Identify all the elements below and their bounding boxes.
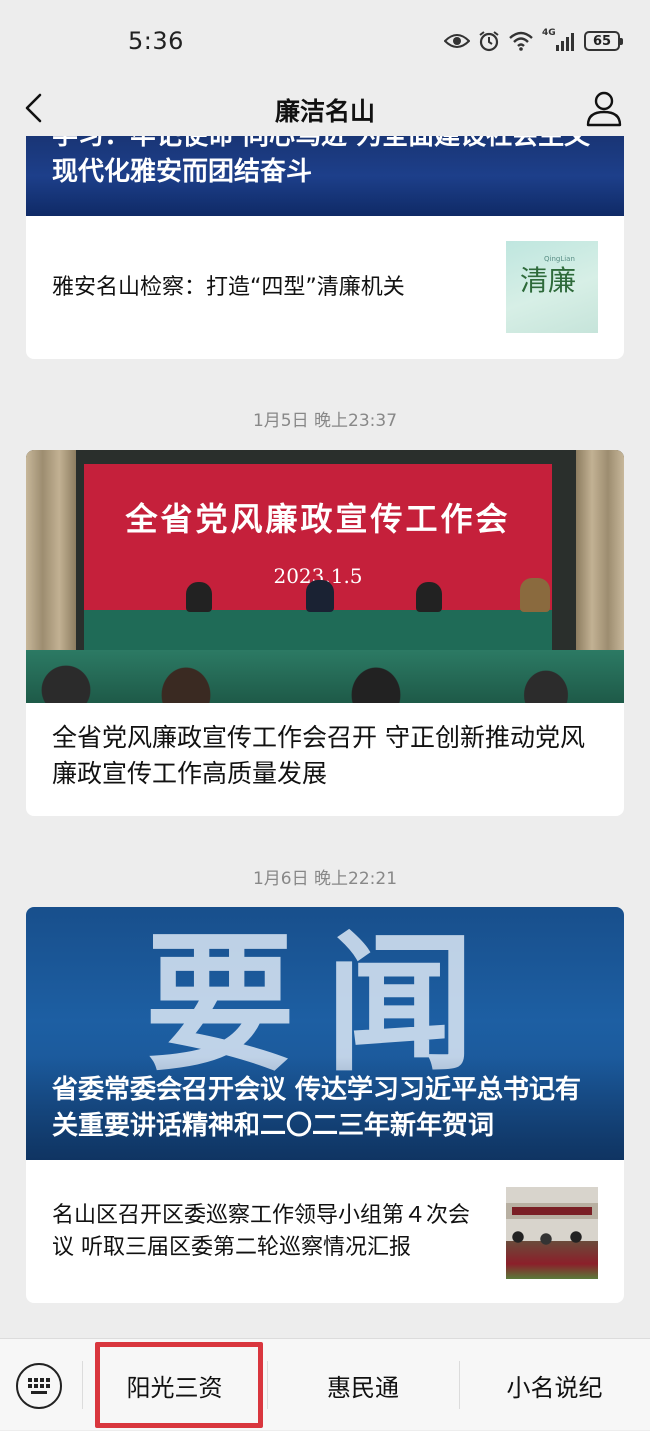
sub-article-row[interactable]: 雅安名山检察：打造“四型”清廉机关 QingLian 清廉 [26, 216, 624, 359]
signal-icon: 4G [542, 28, 576, 52]
page-title: 廉洁名山 [274, 97, 375, 126]
wifi-icon [509, 31, 533, 51]
article-group-2[interactable]: 全省党风廉政宣传工作会 2023.1.5 全省党风廉政宣传工作会召开 守正创新推… [26, 450, 624, 816]
status-time: 5:36 [128, 27, 184, 55]
nav-bar: 廉洁名山 [0, 80, 650, 136]
battery-icon: 65 [584, 31, 623, 51]
thumb-small-text: QingLian [544, 255, 575, 263]
menu-item-huimintong[interactable]: 惠民通 [267, 1339, 459, 1431]
eye-icon [444, 34, 470, 48]
thumb-people [506, 1227, 598, 1251]
battery-level: 65 [592, 33, 612, 49]
keyboard-icon[interactable] [16, 1363, 62, 1409]
alarm-icon [479, 31, 499, 52]
sub-article-title: 名山区召开区委巡察工作领导小组第４次会议 听取三届区委第二轮巡察情况汇报 [52, 1203, 471, 1260]
audience [26, 640, 624, 703]
article-cover-image[interactable]: 要闻 省委常委会召开会议 传达学习习近平总书记有关重要讲话精神和二〇二三年新年贺… [26, 907, 624, 1160]
article-group-3[interactable]: 要闻 省委常委会召开会议 传达学习习近平总书记有关重要讲话精神和二〇二三年新年贺… [26, 907, 624, 1303]
sub-article-title: 雅安名山检察：打造“四型”清廉机关 [52, 275, 405, 300]
article-title: 全省党风廉政宣传工作会召开 守正创新推动党风廉政宣传工作高质量发展 [52, 723, 585, 788]
sub-article-thumbnail: QingLian 清廉 [506, 241, 598, 333]
thumb-text: 清廉 [520, 264, 577, 297]
message-feed[interactable]: 学习：牢记使命 同心笃进 为全面建设社会主义现代化雅安而团结奋斗 雅安名山检察：… [0, 136, 650, 1336]
article-group-1[interactable]: 学习：牢记使命 同心笃进 为全面建设社会主义现代化雅安而团结奋斗 雅安名山检察：… [26, 136, 624, 359]
sub-article-row[interactable]: 名山区召开区委巡察工作领导小组第４次会议 听取三届区委第二轮巡察情况汇报 [26, 1160, 624, 1303]
article-banner-image[interactable]: 学习：牢记使命 同心笃进 为全面建设社会主义现代化雅安而团结奋斗 [26, 136, 624, 216]
user-icon[interactable] [584, 88, 624, 128]
article-cover-image[interactable]: 全省党风廉政宣传工作会 2023.1.5 [26, 450, 624, 703]
highlight-box [95, 1342, 263, 1428]
timestamp: 1月6日 晚上22:21 [252, 869, 398, 889]
article-banner-title: 学习：牢记使命 同心笃进 为全面建设社会主义现代化雅安而团结奋斗 [52, 136, 591, 187]
status-icons: 4G 65 [444, 28, 623, 54]
screen-title: 全省党风廉政宣传工作会 [125, 500, 511, 538]
menu-item-xiaoming-shuoji[interactable]: 小名说纪 [459, 1339, 650, 1431]
person [416, 582, 442, 612]
article-banner-title: 省委常委会召开会议 传达学习习近平总书记有关重要讲话精神和二〇二三年新年贺词 [52, 1075, 582, 1141]
person [306, 580, 334, 612]
sub-article-thumbnail [506, 1187, 598, 1279]
person [520, 578, 550, 612]
timestamp: 1月5日 晚上23:37 [252, 411, 398, 431]
thumb-screen [512, 1207, 592, 1215]
status-bar: 5:36 4G 65 [0, 0, 650, 80]
person [186, 582, 212, 612]
